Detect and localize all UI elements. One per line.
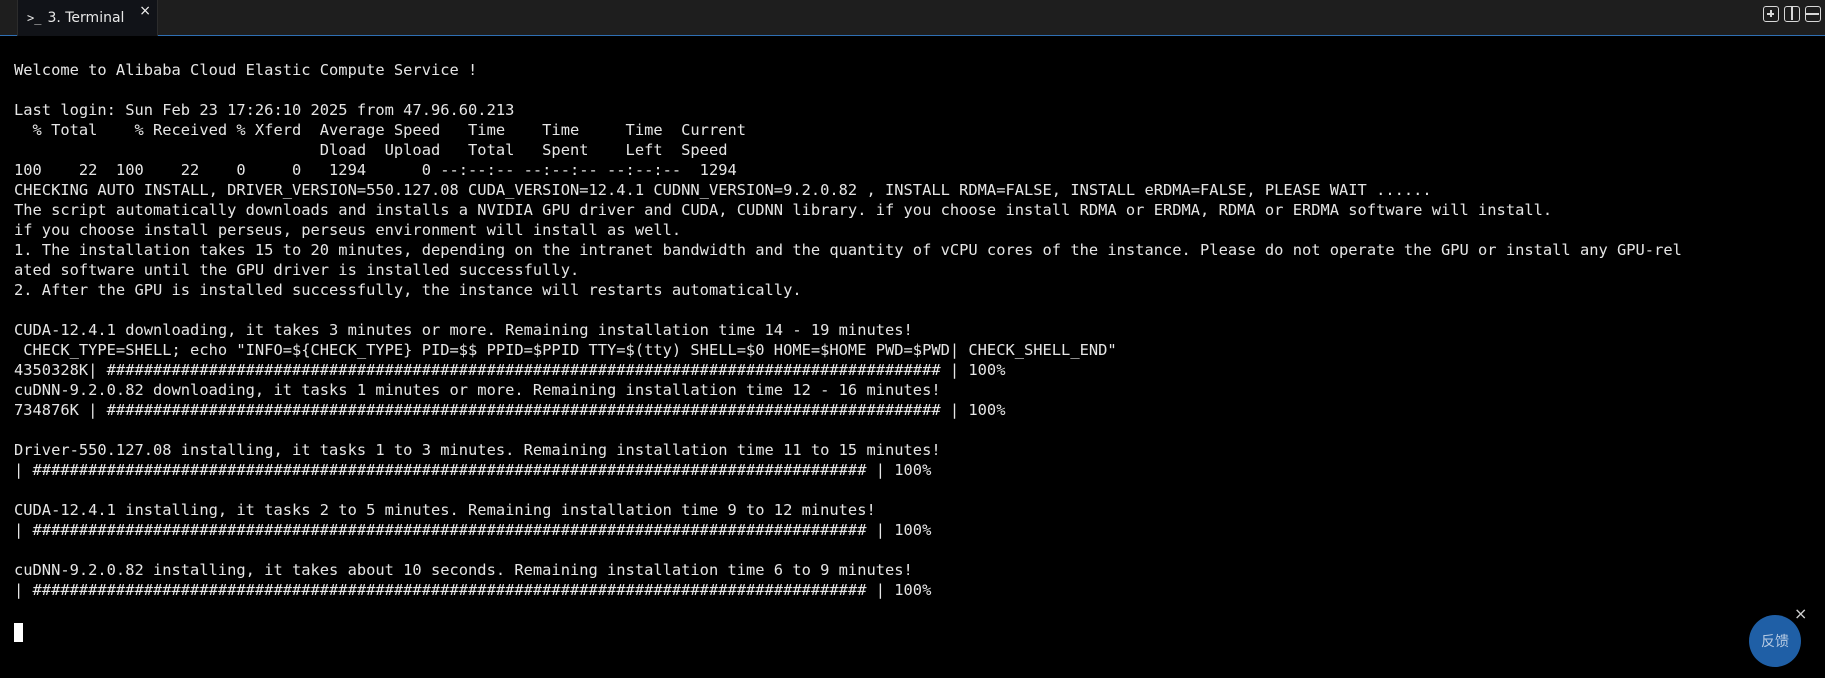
terminal-line: 2. After the GPU is installed successful… [14,281,802,299]
terminal-line: | ######################################… [14,461,932,479]
terminal-line: Dload Upload Total Spent Left Speed [14,141,728,159]
terminal-line: 100 22 100 22 0 0 1294 0 --:--:-- --:--:… [14,161,737,179]
terminal-line: % Total % Received % Xferd Average Speed… [14,121,747,139]
terminal-line: ated software until the GPU driver is in… [14,261,580,279]
terminal-cursor [14,623,23,642]
feedback-close-icon[interactable]: × [1794,604,1807,623]
terminal-line: CUDA-12.4.1 installing, it tasks 2 to 5 … [14,501,876,519]
terminal-line: cuDNN-9.2.0.82 downloading, it tasks 1 m… [14,381,941,399]
terminal-line: cuDNN-9.2.0.82 installing, it takes abou… [14,561,913,579]
tab-terminal[interactable]: >_ 3. Terminal × [17,0,158,36]
terminal-line: 734876K | ##############################… [14,401,1006,419]
close-icon[interactable]: × [139,3,151,19]
terminal-line: Driver-550.127.08 installing, it tasks 1… [14,441,941,459]
terminal-line: CHECKING AUTO INSTALL, DRIVER_VERSION=55… [14,181,1432,199]
terminal-line: 4350328K| ##############################… [14,361,1006,379]
split-vertical-icon[interactable] [1784,6,1800,22]
terminal-line: Welcome to Alibaba Cloud Elastic Compute… [14,61,478,79]
terminal-output[interactable]: Welcome to Alibaba Cloud Elastic Compute… [14,60,1825,600]
tab-bar: >_ 3. Terminal × [0,0,1825,36]
terminal-line: | ######################################… [14,521,932,539]
terminal-line: | ######################################… [14,581,932,599]
terminal-line: Last login: Sun Feb 23 17:26:10 2025 fro… [14,101,515,119]
terminal-line: CUDA-12.4.1 downloading, it takes 3 minu… [14,321,913,339]
split-horizontal-icon[interactable] [1805,6,1821,22]
terminal-line: The script automatically downloads and i… [14,201,1553,219]
terminal-line: if you choose install perseus, perseus e… [14,221,682,239]
window-controls [1763,6,1821,22]
tab-title: 3. Terminal [47,10,125,26]
add-square-icon[interactable] [1763,6,1779,22]
terminal-line: CHECK_TYPE=SHELL; echo "INFO=${CHECK_TYP… [14,341,1117,359]
terminal-prompt-icon: >_ [27,11,42,25]
terminal-line: 1. The installation takes 15 to 20 minut… [14,241,1682,259]
